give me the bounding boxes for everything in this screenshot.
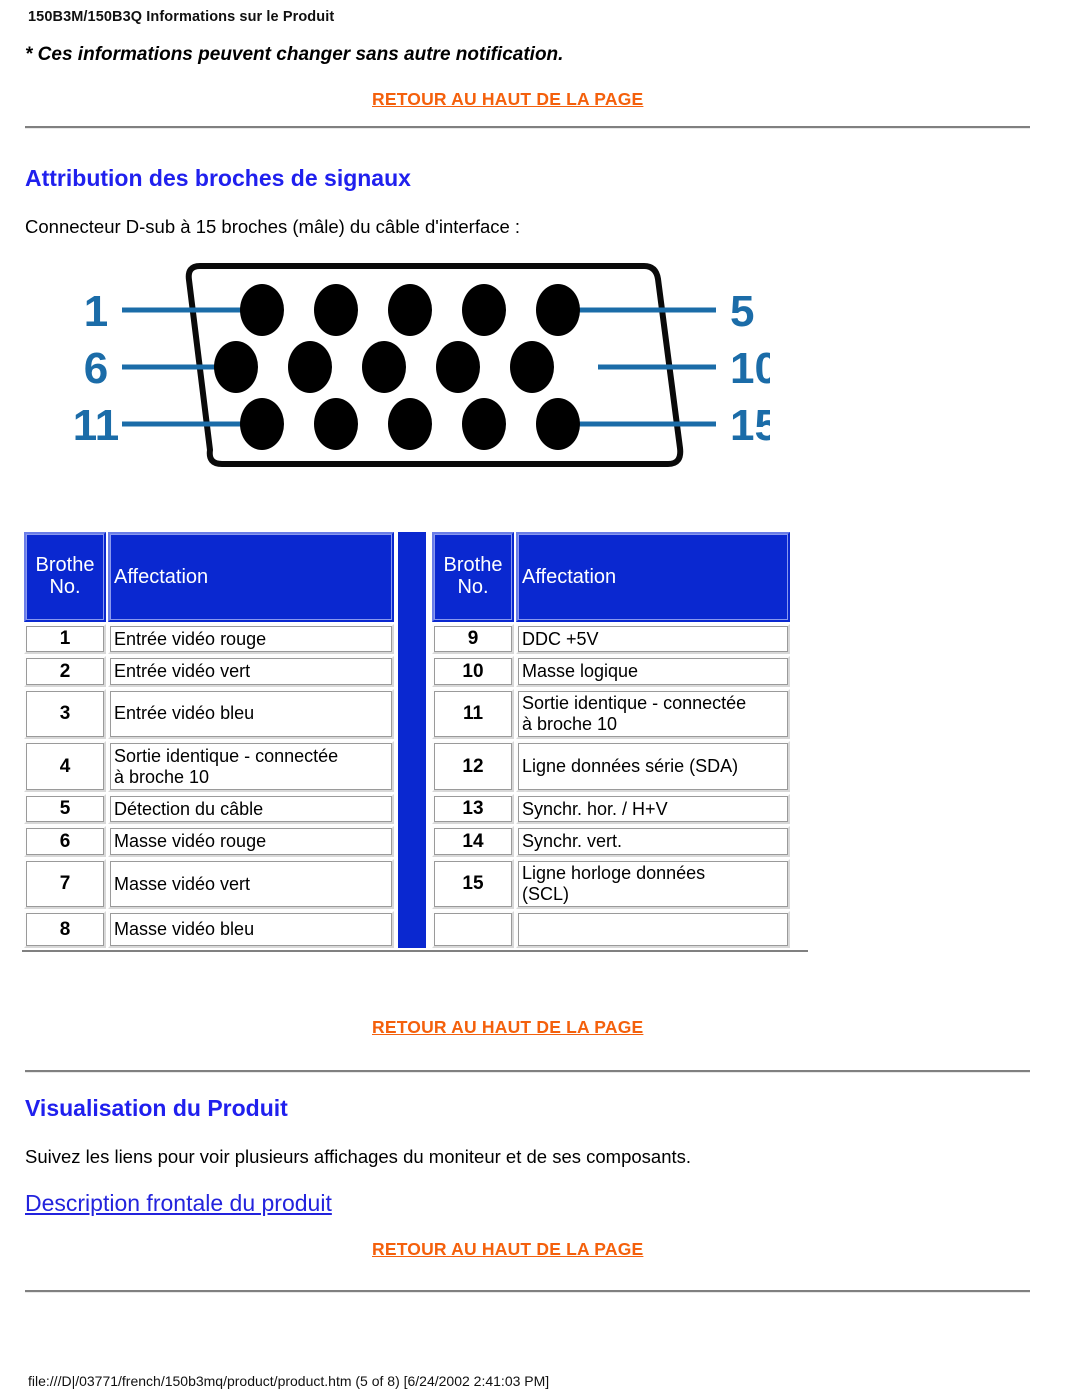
- cell-pin-number: 6: [24, 826, 106, 857]
- cell-pin-number: [432, 911, 514, 948]
- cell-assignment: Masse vidéo bleu: [108, 911, 394, 948]
- table-row: 15 Ligne horloge données (SCL): [432, 858, 790, 910]
- divider-rule-1: [25, 126, 1030, 129]
- cell-pin-number: 1: [24, 624, 106, 655]
- back-to-top-link-2[interactable]: RETOUR AU HAUT DE LA PAGE: [372, 1017, 643, 1038]
- table-header-row: Brothe No. Affectation: [24, 532, 394, 622]
- cell-pin-number: 15: [432, 858, 514, 910]
- back-to-top-link-3[interactable]: RETOUR AU HAUT DE LA PAGE: [372, 1239, 643, 1260]
- cell-assignment: Détection du câble: [108, 794, 394, 825]
- table-row: 9 DDC +5V: [432, 624, 790, 655]
- table-row: 2 Entrée vidéo vert: [24, 656, 394, 687]
- cell-pin-number: 13: [432, 794, 514, 825]
- table-row: 8 Masse vidéo bleu: [24, 911, 394, 948]
- table-row: 7 Masse vidéo vert: [24, 858, 394, 910]
- cell-assignment: Sortie identique - connectée à broche 10: [516, 688, 790, 740]
- pin-assignment-heading: Attribution des broches de signaux: [25, 165, 411, 191]
- table-row: 3 Entrée vidéo bleu: [24, 688, 394, 740]
- table-row: 13 Synchr. hor. / H+V: [432, 794, 790, 825]
- product-views-heading: Visualisation du Produit: [25, 1095, 288, 1121]
- table-divider-bar: [398, 532, 426, 948]
- cell-assignment: Masse logique: [516, 656, 790, 687]
- cell-pin-number: 14: [432, 826, 514, 857]
- table-row: [432, 911, 790, 948]
- table-row: 11 Sortie identique - connectée à broche …: [432, 688, 790, 740]
- cell-assignment: Synchr. hor. / H+V: [516, 794, 790, 825]
- cell-assignment: Masse vidéo rouge: [108, 826, 394, 857]
- table-row: 5 Détection du câble: [24, 794, 394, 825]
- pin-label-15: 15: [730, 401, 770, 450]
- divider-rule-2: [25, 1070, 1030, 1073]
- dsub-connector-svg: 1 5 6 10 11 15: [73, 263, 770, 467]
- cell-pin-number: 9: [432, 624, 514, 655]
- cell-pin-number: 4: [24, 741, 106, 793]
- front-view-link[interactable]: Description frontale du produit: [25, 1190, 332, 1217]
- cell-assignment: [516, 911, 790, 948]
- product-views-intro: Suivez les liens pour voir plusieurs aff…: [25, 1146, 692, 1167]
- cell-assignment: Ligne données série (SDA): [516, 741, 790, 793]
- pin-table-right: Brothe No. Affectation 9 DDC +5V 10 Masse l…: [430, 530, 792, 950]
- cell-assignment: Entrée vidéo rouge: [108, 624, 394, 655]
- table-row: 10 Masse logique: [432, 656, 790, 687]
- cell-assignment: Synchr. vert.: [516, 826, 790, 857]
- header-assignment-left: Affectation: [108, 532, 394, 622]
- header-pin-no-right: Brothe No.: [432, 532, 514, 622]
- pin-label-1: 1: [84, 287, 108, 336]
- cell-pin-number: 3: [24, 688, 106, 740]
- table-row: 4 Sortie identique - connectée à broche 1…: [24, 741, 394, 793]
- table-row: 14 Synchr. vert.: [432, 826, 790, 857]
- page-footer-path: file:///D|/03771/french/150b3mq/product/…: [28, 1373, 550, 1389]
- cell-pin-number: 5: [24, 794, 106, 825]
- cell-pin-number: 2: [24, 656, 106, 687]
- cell-assignment: Masse vidéo vert: [108, 858, 394, 910]
- table-row: 12 Ligne données série (SDA): [432, 741, 790, 793]
- header-assignment-right: Affectation: [516, 532, 790, 622]
- cell-pin-number: 11: [432, 688, 514, 740]
- cell-assignment: DDC +5V: [516, 624, 790, 655]
- pin-table-right-body: 9 DDC +5V 10 Masse logique 11 Sortie identiqu…: [432, 624, 790, 948]
- table-row: 6 Masse vidéo rouge: [24, 826, 394, 857]
- page-root: 150B3M/150B3Q Informations sur le Produi…: [0, 0, 1080, 1397]
- pin-table-left: Brothe No. Affectation 1 Entrée vidéo rou…: [22, 530, 396, 950]
- pin-label-11: 11: [73, 401, 120, 450]
- divider-rule-3: [25, 1290, 1030, 1293]
- cell-assignment: Ligne horloge données (SCL): [516, 858, 790, 910]
- pin-table-left-body: 1 Entrée vidéo rouge 2 Entrée vidéo vert 3 En…: [24, 624, 394, 948]
- cell-assignment: Entrée vidéo bleu: [108, 688, 394, 740]
- table-header-row: Brothe No. Affectation: [432, 532, 790, 622]
- pin-label-10: 10: [730, 344, 770, 393]
- table-row: 1 Entrée vidéo rouge: [24, 624, 394, 655]
- cell-assignment: Entrée vidéo vert: [108, 656, 394, 687]
- pin-assignment-tables: Brothe No. Affectation 1 Entrée vidéo rou…: [22, 530, 808, 952]
- pin-label-6: 6: [84, 344, 108, 393]
- back-to-top-link-1[interactable]: RETOUR AU HAUT DE LA PAGE: [372, 89, 643, 110]
- cell-pin-number: 12: [432, 741, 514, 793]
- change-notice: * Ces informations peuvent changer sans …: [25, 44, 564, 65]
- cell-pin-number: 7: [24, 858, 106, 910]
- dsub-connector-diagram: 1 5 6 10 11 15: [70, 252, 770, 487]
- pin-assignment-intro: Connecteur D-sub à 15 broches (mâle) du …: [25, 216, 521, 237]
- pin-label-5: 5: [730, 287, 754, 336]
- cell-pin-number: 10: [432, 656, 514, 687]
- header-pin-no-left: Brothe No.: [24, 532, 106, 622]
- running-head: 150B3M/150B3Q Informations sur le Produi…: [28, 9, 335, 25]
- cell-pin-number: 8: [24, 911, 106, 948]
- cell-assignment: Sortie identique - connectée à broche 10: [108, 741, 394, 793]
